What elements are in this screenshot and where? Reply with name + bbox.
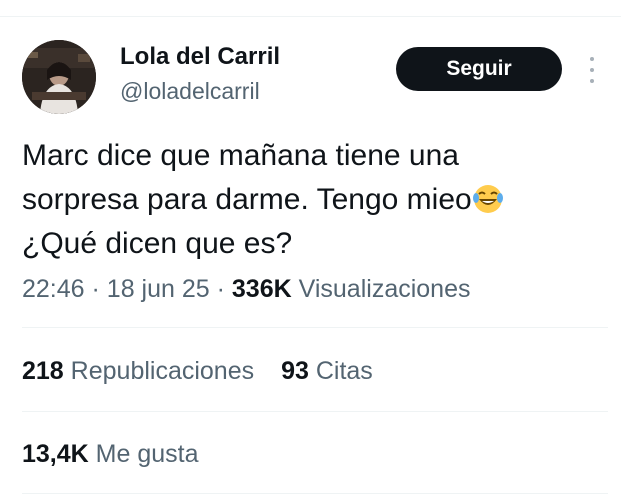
profile-photo xyxy=(22,40,96,114)
meta-separator: · xyxy=(216,275,225,303)
likes-count: 13,4K xyxy=(22,440,89,468)
tweet-line: ¿Qué dicen que es? xyxy=(22,227,293,260)
reposts-stat[interactable]: 218 Republicaciones xyxy=(22,354,254,388)
quotes-label: Citas xyxy=(315,357,373,385)
divider xyxy=(22,411,608,412)
likes-stat[interactable]: 13,4K Me gusta xyxy=(22,437,199,471)
tweet-line: sorpresa para darme. Tengo mieo xyxy=(22,178,602,222)
reposts-count: 218 xyxy=(22,357,64,385)
tweet-meta: 22:46 · 18 jun 25 · 336K Visualizaciones xyxy=(22,272,471,306)
meta-separator: · xyxy=(91,275,100,303)
author-handle[interactable]: @loladelcarril xyxy=(120,76,260,106)
tweet-time[interactable]: 22:46 xyxy=(22,275,85,303)
engagement-row: 218 Republicaciones 93 Citas xyxy=(22,354,373,388)
reposts-label: Republicaciones xyxy=(70,357,255,385)
quotes-stat[interactable]: 93 Citas xyxy=(281,354,373,388)
tweet-date[interactable]: 18 jun 25 xyxy=(107,275,210,303)
tweet-text: Marc dice que mañana tiene una sorpresa … xyxy=(22,134,602,266)
follow-button[interactable]: Seguir xyxy=(396,47,562,91)
divider xyxy=(22,327,608,328)
divider xyxy=(22,493,608,494)
quotes-count: 93 xyxy=(281,357,309,385)
likes-row: 13,4K Me gusta xyxy=(22,437,199,471)
author-display-name[interactable]: Lola del Carril xyxy=(120,42,280,72)
views-label: Visualizaciones xyxy=(298,275,471,303)
face-with-tears-of-joy-icon xyxy=(472,185,503,213)
views-count: 336K xyxy=(231,275,292,303)
more-vertical-icon[interactable] xyxy=(582,54,602,86)
likes-label: Me gusta xyxy=(95,440,199,468)
tweet-line-text: sorpresa para darme. Tengo mieo xyxy=(22,183,472,216)
tweet-line: Marc dice que mañana tiene una xyxy=(22,139,459,172)
top-divider xyxy=(0,16,621,17)
avatar[interactable] xyxy=(22,40,96,114)
